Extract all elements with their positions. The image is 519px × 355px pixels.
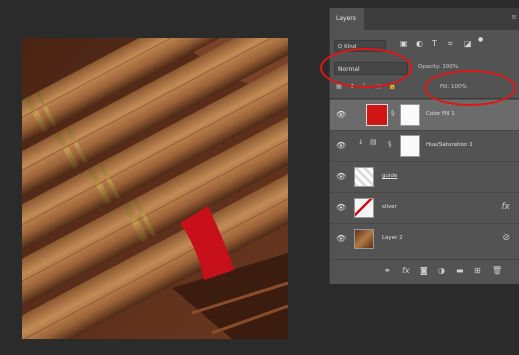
clip-arrow-icon: ↓ xyxy=(358,138,364,146)
new-group-icon[interactable]: ▬ xyxy=(456,266,464,275)
new-layer-icon[interactable]: ⊞ xyxy=(474,266,481,275)
divider xyxy=(330,98,519,99)
lock-row: ▦ ✥ ⤡ ⬚ 🔒 Fill: 100% xyxy=(330,80,519,96)
tab-layers[interactable]: Layers xyxy=(330,8,364,30)
smart-filter-icon[interactable]: ⊘ xyxy=(502,233,510,243)
layer-2-thumbnail xyxy=(354,229,374,249)
layer-mask-thumbnail xyxy=(400,104,420,126)
tab-layers-label: Layers xyxy=(336,15,356,22)
layer-name: Layer 2 xyxy=(382,235,403,241)
silver-thumbnail xyxy=(354,198,374,218)
layer-row-hue-saturation[interactable]: 👁 ↓ ▤ § Hue/Saturation 1 xyxy=(330,131,519,162)
visibility-eye-icon[interactable]: 👁 xyxy=(336,110,346,119)
layer-name: guide xyxy=(382,173,398,179)
filter-toggle-icon[interactable]: ● xyxy=(478,36,483,43)
layers-panel: Layers ≡ Q Kind ▣ ◐ T ⌗ ◪ ● Normal Opaci… xyxy=(329,8,519,284)
chain-link-icon: § xyxy=(388,140,392,148)
visibility-eye-icon[interactable]: 👁 xyxy=(336,234,346,243)
layers-bottom-toolbar: ⚭ fx ◙ ◑ ▬ ⊞ 🗑 xyxy=(330,259,519,284)
visibility-eye-icon[interactable]: 👁 xyxy=(336,203,346,212)
shape-filter-icon[interactable]: ⌗ xyxy=(448,39,453,49)
fx-icon[interactable]: fx xyxy=(502,202,511,212)
adjustment-filter-icon[interactable]: ◐ xyxy=(416,39,423,48)
opacity-control[interactable]: Opacity: 100% xyxy=(418,64,458,70)
pixel-filter-icon[interactable]: ▣ xyxy=(400,39,408,48)
layer-name: Color Fill 1 xyxy=(426,111,455,117)
type-filter-icon[interactable]: T xyxy=(432,39,437,48)
kind-filter-select[interactable]: Q Kind xyxy=(334,40,386,52)
layer-row-layer-2[interactable]: 👁 Layer 2 ⊘ xyxy=(330,224,519,255)
layer-name: silver xyxy=(382,204,397,210)
guide-thumbnail xyxy=(354,167,374,187)
panel-menu-icon[interactable]: ≡ xyxy=(511,13,517,21)
hue-saturation-icon: ▤ xyxy=(370,138,377,146)
layer-row-guide[interactable]: 👁 guide xyxy=(330,162,519,193)
visibility-eye-icon[interactable]: 👁 xyxy=(336,141,346,150)
filter-row: Q Kind ▣ ◐ T ⌗ ◪ ● xyxy=(330,36,519,56)
visibility-eye-icon[interactable]: 👁 xyxy=(336,172,346,181)
smart-object-filter-icon[interactable]: ◪ xyxy=(464,39,472,48)
link-layers-icon[interactable]: ⚭ xyxy=(384,266,391,275)
kind-filter-label: Q Kind xyxy=(338,44,357,50)
layer-row-silver[interactable]: 👁 silver fx xyxy=(330,193,519,224)
layer-mask-thumbnail xyxy=(400,135,420,157)
chain-link-icon: § xyxy=(391,109,395,117)
add-style-icon[interactable]: fx xyxy=(402,266,410,275)
color-fill-thumbnail xyxy=(366,104,388,126)
blend-row: Normal Opacity: 100% xyxy=(330,60,519,78)
layer-name: Hue/Saturation 1 xyxy=(426,142,473,148)
document-canvas[interactable] xyxy=(22,38,288,339)
delete-layer-icon[interactable]: 🗑 xyxy=(492,266,502,275)
layer-row-color-fill[interactable]: 👁 § Color Fill 1 xyxy=(330,100,519,131)
new-adjustment-icon[interactable]: ◑ xyxy=(438,266,445,275)
panel-tabbar: Layers ≡ xyxy=(330,8,519,30)
cigar-image xyxy=(22,38,288,339)
fill-control[interactable]: Fill: 100% xyxy=(440,84,467,90)
add-mask-icon[interactable]: ◙ xyxy=(420,266,428,275)
lock-icons[interactable]: ▦ ✥ ⤡ ⬚ 🔒 xyxy=(336,83,399,91)
blend-mode-select[interactable]: Normal xyxy=(334,62,408,75)
blend-mode-value: Normal xyxy=(338,66,360,73)
